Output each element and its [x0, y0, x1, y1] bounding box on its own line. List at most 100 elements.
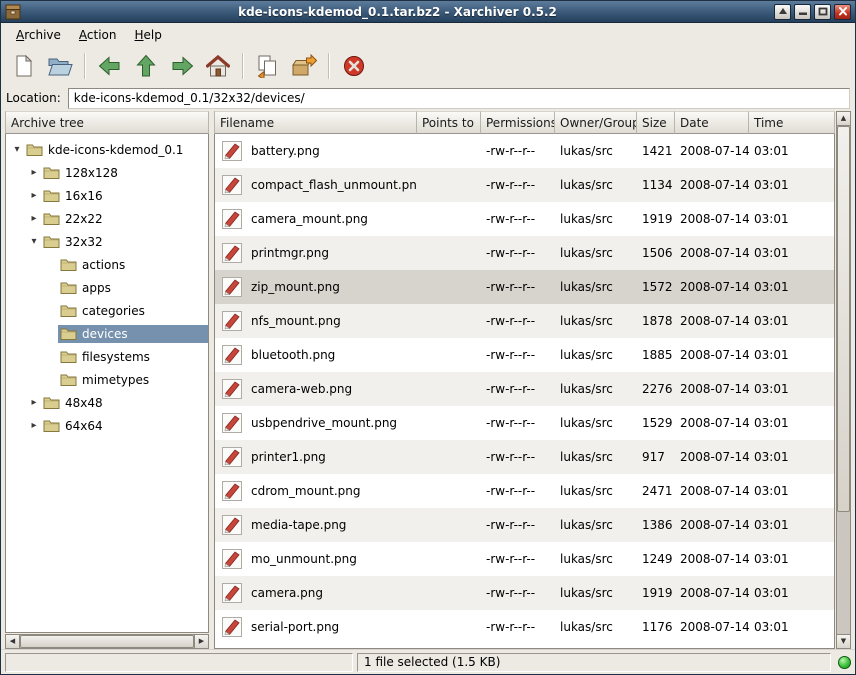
list-vertical-scrollbar[interactable]: ▲ ▼: [836, 111, 851, 649]
tree-horizontal-scrollbar[interactable]: ◀ ▶: [5, 634, 209, 649]
up-button[interactable]: [128, 49, 164, 83]
cell-owner-group: lukas/src: [555, 552, 637, 566]
expander-closed-icon[interactable]: ▸: [27, 397, 41, 408]
open-button[interactable]: [42, 49, 78, 83]
tree-item-filesystems[interactable]: filesystems: [6, 345, 208, 368]
cell-date: 2008-07-14: [675, 450, 749, 464]
column-header-date[interactable]: Date: [675, 111, 749, 134]
expander-closed-icon[interactable]: ▸: [27, 167, 41, 178]
folder-icon: [60, 281, 77, 294]
scrollbar-thumb[interactable]: [20, 635, 194, 648]
scroll-up-button[interactable]: ▲: [836, 111, 851, 126]
column-header-owner-group[interactable]: Owner/Group: [555, 111, 637, 134]
tree-item-16x16[interactable]: ▸16x16: [6, 184, 208, 207]
shade-button[interactable]: [774, 4, 791, 20]
column-header-points-to[interactable]: Points to: [417, 111, 481, 134]
shade-icon: [778, 7, 788, 16]
menu-action[interactable]: Action: [70, 25, 126, 45]
tree-item-kde-icons-kdemod-0-1[interactable]: ▾kde-icons-kdemod_0.1: [6, 138, 208, 161]
expander-closed-icon[interactable]: ▸: [27, 420, 41, 431]
cell-filename: bluetooth.png: [215, 345, 417, 365]
cell-time: 03:01: [749, 144, 834, 158]
filename-label: mo_unmount.png: [251, 552, 357, 566]
cell-owner-group: lukas/src: [555, 586, 637, 600]
cell-permissions: -rw-r--r--: [481, 144, 555, 158]
expander-closed-icon[interactable]: ▸: [27, 190, 41, 201]
xarchiver-window: kde-icons-kdemod_0.1.tar.bz2 - Xarchiver…: [0, 0, 856, 675]
stop-button[interactable]: [336, 49, 372, 83]
tree-item-devices[interactable]: devices: [6, 322, 208, 345]
scroll-left-button[interactable]: ◀: [5, 634, 20, 649]
home-button[interactable]: [200, 49, 236, 83]
column-header-filename[interactable]: Filename: [215, 111, 417, 134]
filename-label: camera.png: [251, 586, 323, 600]
cell-size: 1885: [637, 348, 675, 362]
maximize-button[interactable]: [814, 4, 831, 20]
folder-icon: [43, 166, 60, 179]
tree-item-categories[interactable]: categories: [6, 299, 208, 322]
tree-item-apps[interactable]: apps: [6, 276, 208, 299]
menu-help[interactable]: Help: [126, 25, 171, 45]
cell-time: 03:01: [749, 382, 834, 396]
tree-item-48x48[interactable]: ▸48x48: [6, 391, 208, 414]
file-row-bluetooth-png[interactable]: bluetooth.png-rw-r--r--lukas/src18852008…: [215, 338, 834, 372]
png-file-icon: [222, 141, 242, 161]
cell-filename: printer1.png: [215, 447, 417, 467]
tree-item-label: 128x128: [65, 166, 118, 180]
scrollbar-thumb[interactable]: [837, 126, 850, 512]
cell-permissions: -rw-r--r--: [481, 416, 555, 430]
tree-item-128x128[interactable]: ▸ 128x128: [6, 161, 208, 184]
scrollbar-track[interactable]: [836, 126, 851, 634]
file-row-camera-mount-png[interactable]: camera_mount.png-rw-r--r--lukas/src19192…: [215, 202, 834, 236]
cell-date: 2008-07-14: [675, 620, 749, 634]
up-icon: [135, 54, 157, 78]
file-row-camera-png[interactable]: camera.png-rw-r--r--lukas/src19192008-07…: [215, 576, 834, 610]
tree-item-64x64[interactable]: ▸64x64: [6, 414, 208, 437]
file-row-printer1-png[interactable]: printer1.png-rw-r--r--lukas/src9172008-0…: [215, 440, 834, 474]
file-row-battery-png[interactable]: battery.png-rw-r--r--lukas/src14212008-0…: [215, 134, 834, 168]
tree-item-mimetypes[interactable]: mimetypes: [6, 368, 208, 391]
add-files-button[interactable]: [250, 49, 286, 83]
expander-open-icon[interactable]: ▾: [10, 144, 24, 155]
close-button[interactable]: [834, 4, 851, 20]
file-list: battery.png-rw-r--r--lukas/src14212008-0…: [214, 134, 835, 649]
menu-archive[interactable]: Archive: [7, 25, 70, 45]
toolbar-separator: [242, 53, 244, 79]
tree-item-actions[interactable]: actions: [6, 253, 208, 276]
cell-filename: compact_flash_unmount.png: [215, 175, 417, 195]
tree-item-32x32[interactable]: ▾32x32: [6, 230, 208, 253]
forward-button[interactable]: [164, 49, 200, 83]
tree-item-22x22[interactable]: ▸22x22: [6, 207, 208, 230]
expander-open-icon[interactable]: ▾: [27, 236, 41, 247]
titlebar[interactable]: kde-icons-kdemod_0.1.tar.bz2 - Xarchiver…: [1, 1, 855, 23]
file-row-nfs-mount-png[interactable]: nfs_mount.png-rw-r--r--lukas/src18782008…: [215, 304, 834, 338]
file-row-media-tape-png[interactable]: media-tape.png-rw-r--r--lukas/src1386200…: [215, 508, 834, 542]
file-row-zip-mount-png[interactable]: zip_mount.png-rw-r--r--lukas/src15722008…: [215, 270, 834, 304]
filename-label: bluetooth.png: [251, 348, 335, 362]
minimize-button[interactable]: [794, 4, 811, 20]
extract-button[interactable]: [286, 49, 322, 83]
file-row-compact-flash-unmount-png[interactable]: compact_flash_unmount.png-rw-r--r--lukas…: [215, 168, 834, 202]
file-row-usbpendrive-mount-png[interactable]: usbpendrive_mount.png-rw-r--r--lukas/src…: [215, 406, 834, 440]
file-row-camera-web-png[interactable]: camera-web.png-rw-r--r--lukas/src2276200…: [215, 372, 834, 406]
file-row-cdrom-mount-png[interactable]: cdrom_mount.png-rw-r--r--lukas/src247120…: [215, 474, 834, 508]
file-row-mo-unmount-png[interactable]: mo_unmount.png-rw-r--r--lukas/src1249200…: [215, 542, 834, 576]
cell-size: 1134: [637, 178, 675, 192]
new-button[interactable]: [6, 49, 42, 83]
location-input[interactable]: [68, 88, 850, 109]
file-row-serial-port-png[interactable]: serial-port.png-rw-r--r--lukas/src117620…: [215, 610, 834, 644]
file-row-printmgr-png[interactable]: printmgr.png-rw-r--r--lukas/src15062008-…: [215, 236, 834, 270]
column-header-size[interactable]: Size: [637, 111, 675, 134]
expander-closed-icon[interactable]: ▸: [27, 213, 41, 224]
column-header-permissions[interactable]: Permissions: [481, 111, 555, 134]
scroll-down-button[interactable]: ▼: [836, 634, 851, 649]
scrollbar-track[interactable]: [20, 634, 194, 649]
column-header-time[interactable]: Time: [749, 111, 835, 134]
scroll-right-button[interactable]: ▶: [194, 634, 209, 649]
back-button[interactable]: [92, 49, 128, 83]
cell-filename: battery.png: [215, 141, 417, 161]
cell-size: 1878: [637, 314, 675, 328]
cell-filename: media-tape.png: [215, 515, 417, 535]
cell-date: 2008-07-14: [675, 246, 749, 260]
archive-tree-panel: Archive tree ▾kde-icons-kdemod_0.1▸128x1…: [5, 111, 209, 649]
